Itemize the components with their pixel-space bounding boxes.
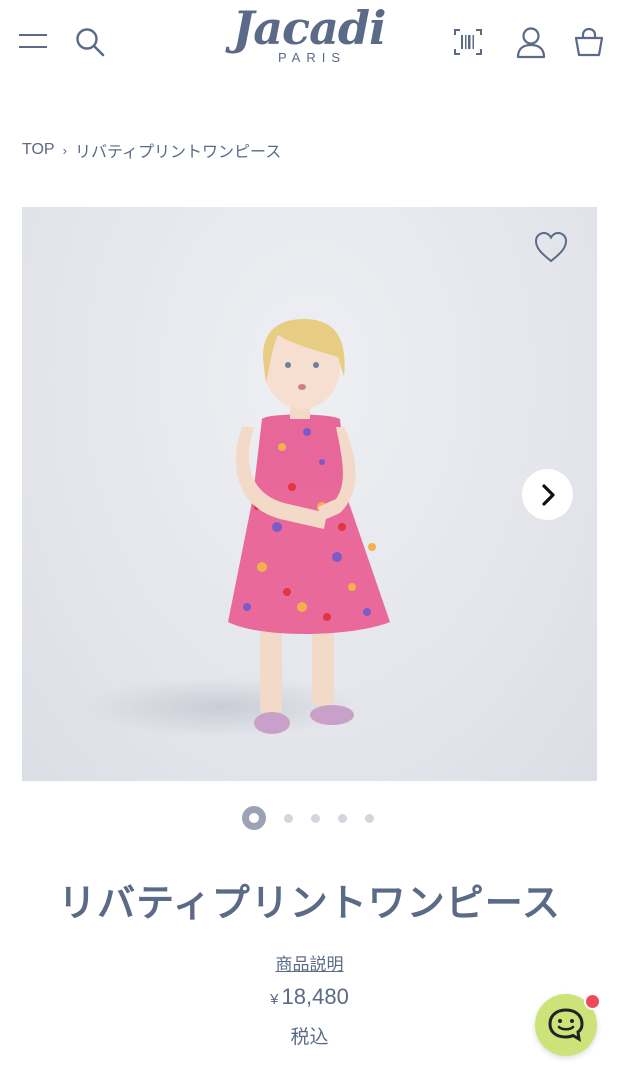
search-button[interactable] (72, 24, 108, 60)
product-photo-illustration (82, 319, 390, 737)
gallery-dot-2[interactable] (284, 813, 293, 823)
gallery-pagination (242, 806, 374, 830)
cart-button[interactable] (571, 24, 607, 60)
favorite-button[interactable] (533, 230, 571, 266)
product-title: リバティプリントワンピース (58, 881, 561, 925)
gallery-dot-4[interactable] (338, 813, 347, 823)
breadcrumb-home-link[interactable]: TOP (22, 141, 55, 159)
cart-icon (574, 27, 604, 57)
barcode-button[interactable] (450, 25, 486, 59)
tax-label: 税込 (290, 1026, 329, 1048)
logo-wordmark: Jacadi (232, 1, 386, 55)
account-icon (516, 27, 546, 59)
gallery-dot-1[interactable] (242, 806, 266, 830)
breadcrumb-current: リバティプリントワンピース (74, 144, 282, 161)
breadcrumb: TOP › リバティプリントワンピース (22, 138, 281, 162)
gallery-dot-3[interactable] (311, 813, 320, 823)
menu-button[interactable] (16, 26, 50, 56)
brand-logo[interactable]: Jacadi PARIS (222, 2, 396, 74)
search-icon (76, 28, 105, 57)
description-link-label[interactable]: 商品説明 (276, 955, 344, 975)
menu-icon (19, 34, 47, 48)
barcode-icon (454, 29, 482, 55)
account-button[interactable] (513, 24, 549, 60)
breadcrumb-separator: › (62, 142, 67, 158)
product-price: ¥18,480 (0, 984, 619, 1010)
heart-icon (534, 231, 568, 263)
product-image[interactable] (22, 207, 597, 781)
price-value: 18,480 (281, 984, 349, 1009)
gallery-dot-5[interactable] (365, 813, 374, 823)
currency-symbol: ¥ (270, 991, 279, 1008)
chat-icon (548, 1008, 584, 1042)
next-slide-button[interactable] (522, 469, 573, 520)
chat-notification-badge (584, 993, 601, 1010)
chevron-right-icon (541, 483, 555, 506)
product-description-link[interactable]: 商品説明 (0, 950, 619, 975)
site-header: Jacadi PARIS (0, 0, 619, 90)
